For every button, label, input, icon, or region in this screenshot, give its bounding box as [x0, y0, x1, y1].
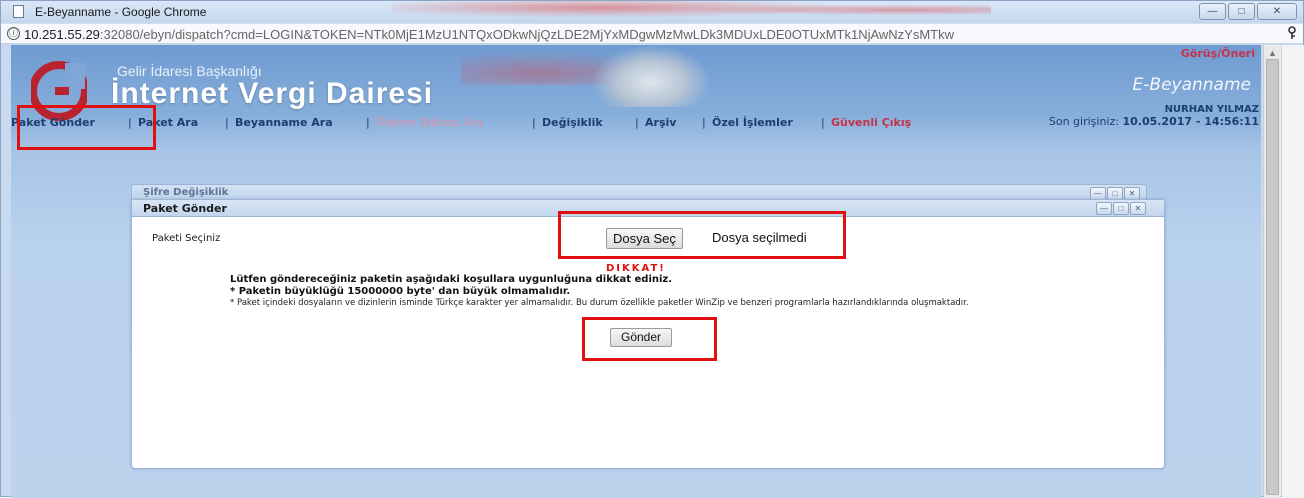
scroll-up-icon[interactable]: ▲: [1268, 48, 1277, 58]
close-icon[interactable]: ✕: [1130, 202, 1146, 215]
nav-separator: |: [702, 116, 706, 129]
scrollbar-thumb[interactable]: [1266, 59, 1279, 495]
product-name: E-Beyanname: [1132, 75, 1251, 95]
page-icon: [13, 5, 24, 18]
main-nav: Paket Gönder | Paket Ara | Beyanname Ara…: [11, 113, 1261, 131]
highlight-box-file: [558, 211, 846, 259]
nav-guvenli-cikis[interactable]: Güvenli Çıkış: [831, 116, 911, 129]
url-host: 10.251.55.29: [24, 27, 100, 42]
window-title: E-Beyanname - Google Chrome: [35, 5, 207, 19]
portrait-image: [591, 45, 711, 107]
warning-line-2: * Paketin büyüklüğü 15000000 byte' dan b…: [230, 286, 571, 297]
nav-separator: |: [821, 116, 825, 129]
maximize-button[interactable]: □: [1228, 3, 1255, 20]
right-edge: [1282, 45, 1304, 498]
page-content: Gelir İdaresi Başkanlığı İnternet Vergi …: [11, 45, 1261, 498]
nav-separator: |: [366, 116, 370, 129]
warning-line-3: * Paket içindeki dosyaların ve dizinleri…: [230, 298, 969, 308]
url-path: :32080/ebyn/dispatch?cmd=LOGIN&TOKEN=NTk…: [99, 27, 955, 42]
address-bar[interactable]: ⓘ 10.251.55.29:32080/ebyn/dispatch?cmd=L…: [1, 23, 1303, 44]
close-button[interactable]: ✕: [1257, 3, 1297, 20]
nav-separator: |: [225, 116, 229, 129]
highlight-box-send: [582, 317, 717, 361]
brand-title: İnternet Vergi Dairesi: [111, 77, 434, 110]
warning-heading: DIKKAT!: [606, 263, 666, 274]
url-text[interactable]: 10.251.55.29:32080/ebyn/dispatch?cmd=LOG…: [24, 27, 954, 42]
warning-line-1: Lütfen göndereceğiniz paketin aşağıdaki …: [230, 274, 673, 285]
title-bar: E-Beyanname - Google Chrome — □ ✕: [1, 1, 1303, 23]
nav-beyanname-ara[interactable]: Beyanname Ara: [235, 116, 333, 129]
nav-arsiv[interactable]: Arşiv: [645, 116, 676, 129]
password-change-title: Şifre Değişiklik: [143, 187, 229, 198]
feedback-link[interactable]: Görüş/Öneri: [1181, 47, 1255, 60]
package-send-title: Paket Gönder: [143, 202, 227, 215]
vertical-scrollbar[interactable]: ▲: [1263, 45, 1281, 498]
info-icon[interactable]: ⓘ: [7, 27, 20, 40]
minimize-button[interactable]: —: [1199, 3, 1226, 20]
highlight-box-nav: [17, 105, 156, 150]
browser-window: E-Beyanname - Google Chrome — □ ✕ ⓘ 10.2…: [0, 0, 1304, 498]
nav-separator: |: [532, 116, 536, 129]
select-package-label: Paketi Seçiniz: [152, 233, 221, 244]
key-icon[interactable]: [1287, 26, 1297, 43]
nav-odeme-tablosu-ara[interactable]: Ödeme Tablosu Ara: [376, 116, 483, 129]
minimize-icon[interactable]: —: [1096, 202, 1112, 215]
maximize-icon[interactable]: □: [1113, 202, 1129, 215]
nav-ozel-islemler[interactable]: Özel İşlemler: [712, 116, 793, 129]
nav-degisiklik[interactable]: Değişiklik: [542, 116, 603, 129]
window-controls: — □ ✕: [1199, 3, 1297, 20]
package-dialog-controls: — □ ✕: [1096, 202, 1146, 215]
title-bar-decoration: [391, 1, 991, 23]
nav-separator: |: [635, 116, 639, 129]
